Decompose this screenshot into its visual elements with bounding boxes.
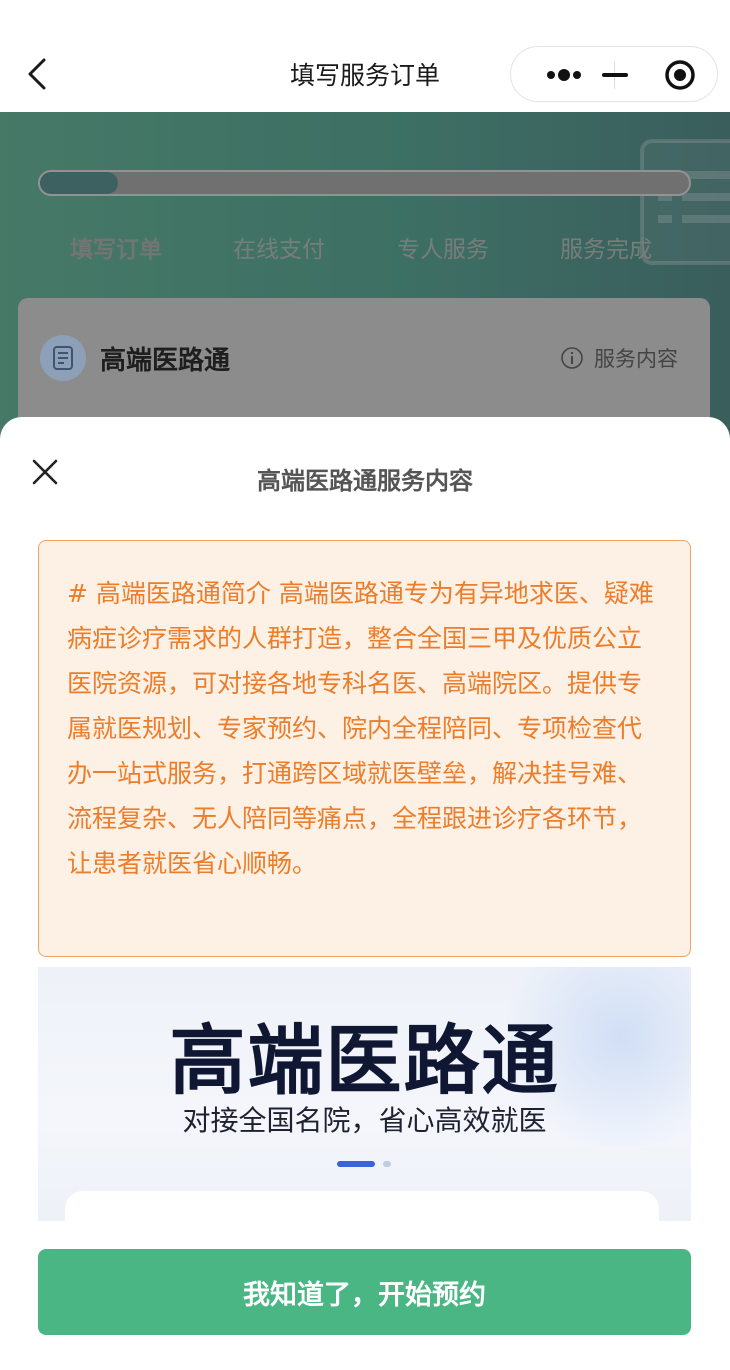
minimize-icon[interactable] bbox=[591, 55, 639, 95]
close-miniprogram-icon[interactable] bbox=[656, 55, 704, 95]
service-content-link[interactable]: 服务内容 bbox=[560, 343, 678, 373]
service-intro-box: # 高端医路通简介 高端医路通专为有异地求医、疑难病症诊疗需求的人群打造，整合全… bbox=[38, 540, 691, 957]
service-content-label: 服务内容 bbox=[594, 347, 678, 371]
miniprogram-capsule bbox=[510, 46, 718, 102]
sheet-title: 高端医路通服务内容 bbox=[257, 467, 473, 495]
navigation-bar: 填写服务订单 bbox=[0, 0, 730, 112]
service-content-sheet: 高端医路通服务内容 # 高端医路通简介 高端医路通专为有异地求医、疑难病症诊疗需… bbox=[0, 417, 730, 1370]
promo-title: 高端医路通 bbox=[169, 1016, 560, 1105]
carousel-indicator bbox=[383, 1161, 391, 1167]
promo-inner-card bbox=[65, 1191, 659, 1221]
service-intro-text: # 高端医路通简介 高端医路通专为有异地求医、疑难病症诊疗需求的人群打造，整合全… bbox=[67, 579, 654, 878]
carousel-indicator-active bbox=[337, 1161, 375, 1167]
info-icon bbox=[561, 347, 583, 369]
promo-subtitle: 对接全国名院，省心高效就医 bbox=[182, 1104, 547, 1137]
promo-carousel[interactable]: 高端医路通 对接全国名院，省心高效就医 bbox=[38, 967, 691, 1221]
service-name: 高端医路通 bbox=[100, 346, 231, 376]
start-booking-button[interactable]: 我知道了，开始预约 bbox=[38, 1249, 691, 1335]
service-logo-icon bbox=[40, 335, 86, 381]
